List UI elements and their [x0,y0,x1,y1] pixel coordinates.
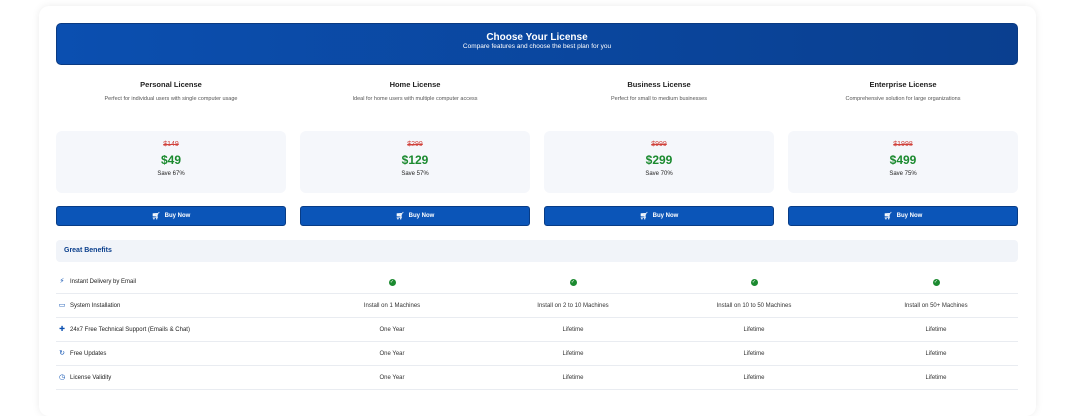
savings-label: Save 70% [645,171,673,177]
benefit-value: Install on 50+ Machines [904,303,968,309]
plan-header: Enterprise License Comprehensive solution… [788,76,1018,103]
plan-description: Perfect for individual users with single… [104,96,238,102]
page-subtitle: Compare features and choose the best pla… [462,43,612,50]
current-price: $129 [401,153,429,167]
buy-now-label: Buy Now [896,213,923,219]
old-price: $149 [163,141,179,148]
plan-description: Ideal for home users with multiple compu… [352,96,478,102]
price-box: $1998 $499 Save 75% [788,131,1018,193]
benefit-label: License Validity [70,375,112,381]
benefit-row: ⚡ Instant Delivery by Email ✓ ✓ ✓ ✓ [56,270,1018,294]
included-cell: ✓ [861,278,1011,286]
current-price: $499 [889,153,917,167]
old-price: $299 [407,141,423,148]
clock-icon: ◷ [58,374,66,381]
savings-label: Save 75% [889,171,917,177]
plan-header: Business License Perfect for small to med… [544,76,774,103]
current-price: $299 [645,153,673,167]
buy-now-button[interactable]: 🛒︎ Buy Now [300,206,530,226]
benefit-label: Instant Delivery by Email [70,279,137,285]
benefit-value: Install on 10 to 50 Machines [716,303,792,309]
plan-name: Home License [389,80,441,89]
included-cell: ✓ [679,278,829,286]
price-box: $299 $129 Save 57% [300,131,530,193]
support-icon: ✚ [59,326,65,333]
benefit-value: Install on 1 Machines [363,303,421,309]
plan-name: Business License [627,80,691,89]
benefit-value: One Year [379,375,405,381]
benefit-row: ◷ License Validity One Year Lifetime Lifetim… [56,366,1018,390]
cart-icon: 🛒︎ [883,213,893,220]
benefit-value: Lifetime [925,327,947,333]
check-icon: ✓ [750,279,758,286]
monitor-icon: ▭ [58,302,66,309]
benefit-value: One Year [379,351,405,357]
old-price: $1998 [893,141,913,148]
bolt-icon: ⚡ [59,278,65,285]
benefit-value: Lifetime [562,351,584,357]
price-box: $999 $299 Save 70% [544,131,774,193]
benefits-heading: Great Benefits [56,240,1018,262]
savings-label: Save 67% [157,171,185,177]
plan-description: Perfect for small to medium businesses [611,96,707,102]
cart-icon: 🛒︎ [639,213,649,220]
benefit-value: Install on 2 to 10 Machines [537,303,609,309]
benefit-row: ↻ Free Updates One Year Lifetime Lifetime Lif… [56,342,1018,366]
buy-now-button[interactable]: 🛒︎ Buy Now [788,206,1018,226]
benefit-value: One Year [379,327,405,333]
benefit-value: Lifetime [925,351,947,357]
plan-name: Enterprise License [869,80,937,89]
header-banner: Choose Your License Compare features and… [56,23,1018,65]
benefit-row: ▭ System Installation Install on 1 Machine… [56,294,1018,318]
check-icon: ✓ [932,279,940,286]
benefit-row: ✚ 24x7 Free Technical Support (Emails & C… [56,318,1018,342]
buy-now-label: Buy Now [408,213,435,219]
benefit-label: System Installation [70,303,121,309]
included-cell: ✓ [498,278,648,286]
benefit-value: Lifetime [562,375,584,381]
old-price: $999 [651,141,667,148]
benefit-value: Lifetime [743,351,765,357]
buy-now-label: Buy Now [652,213,679,219]
cart-icon: 🛒︎ [151,213,161,220]
price-box: $149 $49 Save 67% [56,131,286,193]
benefit-value: Lifetime [562,327,584,333]
plan-header: Home License Ideal for home users with mu… [300,76,530,103]
buy-now-label: Buy Now [164,213,191,219]
plan-name: Personal License [140,80,202,89]
plan-header: Personal License Perfect for individual u… [56,76,286,103]
savings-label: Save 57% [401,171,429,177]
included-cell: ✓ [317,278,467,286]
buy-now-button[interactable]: 🛒︎ Buy Now [544,206,774,226]
check-icon: ✓ [388,279,396,286]
benefit-label: 24x7 Free Technical Support (Emails & Ch… [70,327,190,333]
benefit-label: Free Updates [70,351,107,357]
benefit-value: Lifetime [925,375,947,381]
page-title: Choose Your License [486,32,588,43]
plan-description: Comprehensive solution for large organiz… [845,96,961,102]
buy-now-button[interactable]: 🛒︎ Buy Now [56,206,286,226]
check-icon: ✓ [569,279,577,286]
cart-icon: 🛒︎ [395,213,405,220]
current-price: $49 [160,153,182,167]
benefit-value: Lifetime [743,327,765,333]
benefit-value: Lifetime [743,375,765,381]
refresh-icon: ↻ [59,350,65,357]
